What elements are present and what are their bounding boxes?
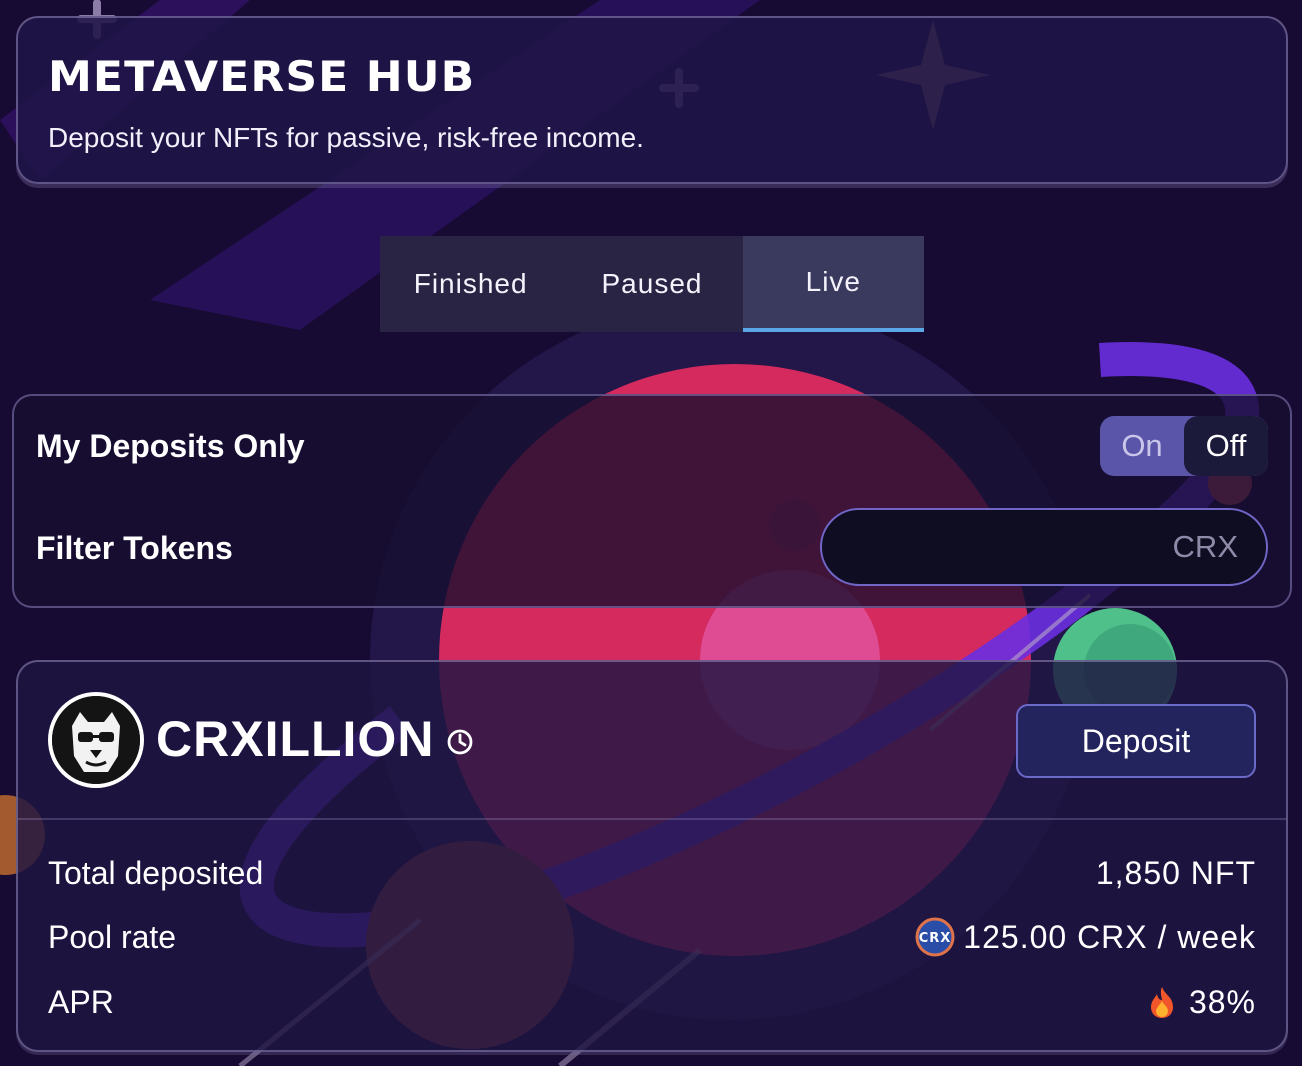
pool-avatar	[48, 692, 144, 788]
filter-tokens-input[interactable]	[820, 508, 1268, 586]
stat-label: Pool rate	[48, 918, 177, 955]
total-deposited-value: 1,850 NFT	[1095, 854, 1256, 891]
filter-tokens-label: Filter Tokens	[36, 530, 233, 566]
page-subtitle: Deposit your NFTs for passive, risk-free…	[48, 122, 644, 153]
tab-paused[interactable]: Paused	[561, 236, 742, 332]
pool-name: CRXILLION	[156, 711, 435, 767]
deposit-button[interactable]: Deposit	[1016, 704, 1256, 778]
svg-text:CRX: CRX	[919, 931, 952, 946]
pool-rate-value: 125.00 CRX / week	[963, 918, 1256, 955]
toggle-off-option[interactable]: Off	[1184, 416, 1268, 476]
stat-value: CRX 125.00 CRX / week	[915, 917, 1256, 957]
filter-card: My Deposits Only On Off Filter Tokens	[12, 394, 1292, 608]
stat-label: Total deposited	[48, 854, 264, 891]
stat-row-apr: APR 38%	[48, 977, 1256, 1027]
stat-value: 1,850 NFT	[1096, 855, 1256, 892]
status-tabs: Finished Paused Live	[380, 236, 924, 332]
clock-icon[interactable]	[446, 728, 474, 756]
apr-value: 38%	[1188, 983, 1256, 1020]
toggle-on-option[interactable]: On	[1100, 416, 1184, 476]
header-card: METAVERSE HUB Deposit your NFTs for pass…	[16, 16, 1288, 184]
my-deposits-toggle[interactable]: On Off	[1100, 416, 1268, 476]
tab-finished[interactable]: Finished	[380, 236, 561, 332]
stat-label: APR	[48, 983, 114, 1020]
my-deposits-label: My Deposits Only	[36, 428, 305, 464]
page-title: METAVERSE HUB	[48, 52, 476, 101]
fire-icon	[1150, 987, 1173, 1018]
tab-live[interactable]: Live	[742, 236, 924, 332]
pool-card: CRXILLION Deposit Total deposited 1,850 …	[16, 660, 1288, 1052]
stat-row-pool-rate: Pool rate CRX 125.00 CRX / week	[48, 912, 1256, 962]
pool-header: CRXILLION Deposit	[18, 662, 1286, 820]
panther-logo-icon	[52, 696, 140, 784]
stat-value: 38%	[1147, 984, 1256, 1021]
stat-row-total-deposited: Total deposited 1,850 NFT	[48, 848, 1256, 898]
crx-token-icon: CRX	[915, 917, 955, 957]
